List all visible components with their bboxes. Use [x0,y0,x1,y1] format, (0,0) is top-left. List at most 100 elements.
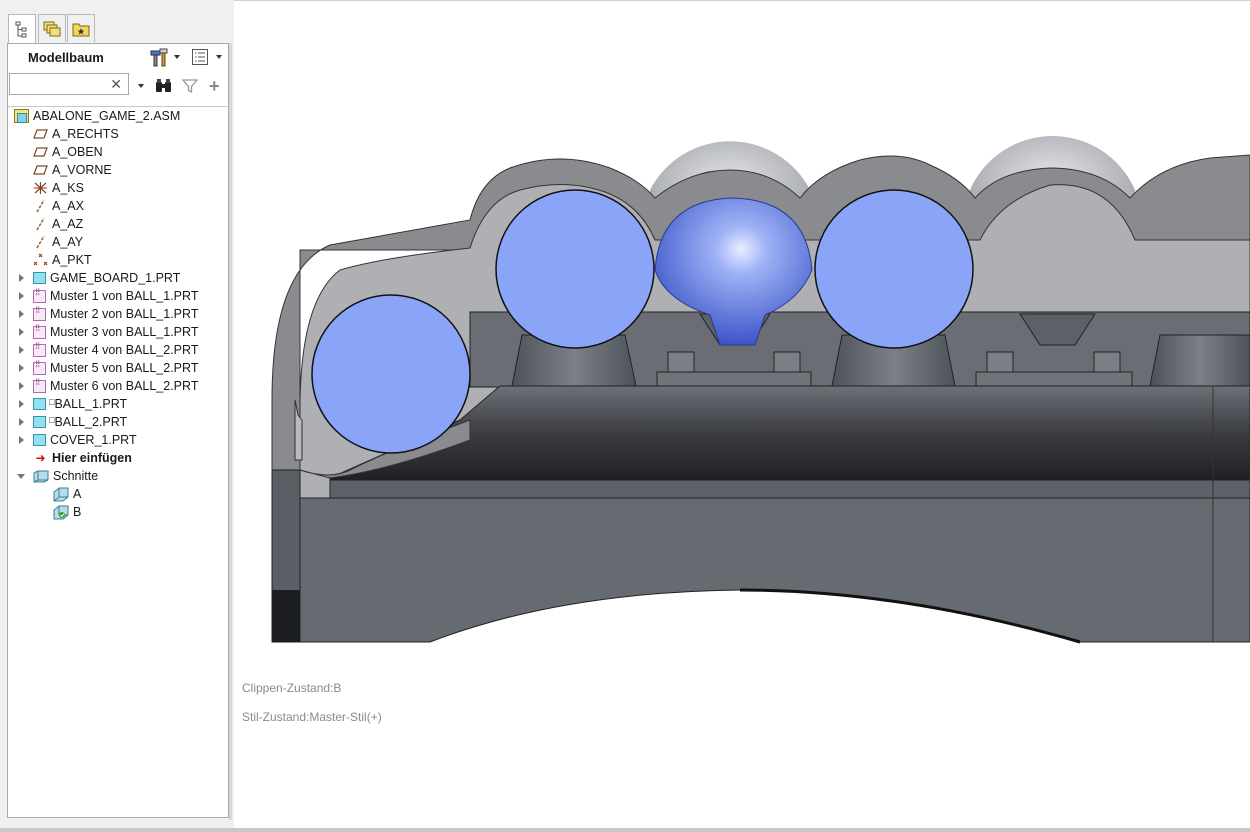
tree-item-label: ABALONE_GAME_2.ASM [33,109,181,123]
collapse-icon[interactable] [17,474,25,479]
tree-item-label: A_VORNE [52,163,112,177]
tree-settings-dropdown[interactable] [174,47,180,67]
expand-icon[interactable] [19,274,24,282]
datum-plane-icon [33,129,48,139]
expand-icon[interactable] [19,400,24,408]
tree-item-label: Schnitte [53,469,99,483]
find-button[interactable] [155,78,173,99]
pattern-icon [33,323,46,339]
show-dropdown[interactable] [216,47,222,67]
pattern-icon [33,287,46,303]
tree-item-section-a[interactable]: A [53,485,81,503]
favorites-icon [72,23,90,36]
tree-item-a-ay[interactable]: A_AY [33,233,83,251]
tree-item-ball-2[interactable]: □BALL_2.PRT [19,413,128,431]
tree-item-a-az[interactable]: A_AZ [33,215,83,233]
model-tree-panel: Modellbaum ✕ + ABALONE_GAME_2.ASM A_RECH… [0,0,234,832]
expand-icon[interactable] [19,328,24,336]
tree-item-label: A [73,487,82,501]
assembly-icon [14,109,29,123]
tree-item-a-ax[interactable]: A_AX [33,197,84,215]
model-section-view[interactable] [234,120,1250,650]
tree-item-muster-4[interactable]: Muster 4 von BALL_2.PRT [19,341,199,359]
tab-favorites[interactable] [67,14,95,42]
pattern-icon [33,377,46,393]
datum-axis-icon [36,217,45,231]
tree-item-label: B [73,505,82,519]
tree-item-game-board[interactable]: GAME_BOARD_1.PRT [19,269,181,287]
add-column-button[interactable]: + [209,77,220,95]
filter-icon [181,79,199,94]
pattern-icon [33,305,46,321]
tree-item-ball-1[interactable]: □BALL_1.PRT [19,395,128,413]
tree-item-label: COVER_1.PRT [50,433,137,447]
tree-item-label: GAME_BOARD_1.PRT [50,271,181,285]
list-icon [192,49,208,65]
expand-icon[interactable] [19,418,24,426]
tree-item-label: Hier einfügen [52,451,132,465]
tree-item-a-pkt[interactable]: A_PKT [33,251,92,269]
ball-section-2 [495,189,655,349]
active-section-icon [53,505,69,519]
search-input[interactable] [12,76,111,94]
close-icon[interactable]: ✕ [110,75,122,93]
tree-item-muster-5[interactable]: Muster 5 von BALL_2.PRT [19,359,199,377]
insert-arrow-icon: ➜ [35,451,46,465]
show-button[interactable] [191,47,209,67]
divider [234,0,1250,1]
tree-item-muster-6[interactable]: Muster 6 von BALL_2.PRT [19,377,198,395]
filter-button[interactable] [181,78,199,99]
pattern-icon [33,359,46,375]
tree-item-label: A_RECHTS [52,127,119,141]
tree-item-label: Muster 5 von BALL_2.PRT [50,361,199,375]
tree-item-label: A_PKT [52,253,92,267]
tree-settings-button[interactable] [148,47,170,67]
part-icon [33,416,46,428]
tree-item-a-ks[interactable]: A_KS [33,179,84,197]
tree-item-label: A_KS [52,181,84,195]
expand-icon[interactable] [19,346,24,354]
tree-item-label: A_AZ [52,217,84,231]
tab-layers[interactable] [38,14,66,42]
part-icon [33,434,46,446]
search-field[interactable]: ✕ [9,73,129,95]
chevron-down-icon[interactable] [138,84,144,88]
expand-icon[interactable] [19,382,24,390]
expand-icon[interactable] [19,292,24,300]
part-icon [33,398,46,410]
base-left-dark [272,590,300,642]
datum-plane-icon [33,147,48,157]
tree-root[interactable]: ABALONE_GAME_2.ASM [14,107,180,125]
hammer-icon [150,48,168,67]
tree-item-section-b[interactable]: B [53,503,81,521]
tree-item-muster-3[interactable]: Muster 3 von BALL_1.PRT [19,323,198,341]
part-icon [33,272,46,284]
tree-item-cover[interactable]: COVER_1.PRT [19,431,137,449]
panel-resize-handle[interactable] [229,43,232,820]
tree-item-label: BALL_2.PRT [54,415,128,429]
tree-item-label: Muster 2 von BALL_1.PRT [50,307,199,321]
tree-item-muster-1[interactable]: Muster 1 von BALL_1.PRT [19,287,198,305]
tree-item-a-rechts[interactable]: A_RECHTS [33,125,119,143]
sections-folder-icon [33,470,49,482]
datum-axis-icon [36,235,45,249]
ball-section-1 [311,294,471,454]
tree-item-label: A_AX [52,199,84,213]
ball-section-3 [814,189,974,349]
tree-item-insert-here[interactable]: ➜ Hier einfügen [33,449,132,467]
datum-axis-icon [36,199,45,213]
tab-model-tree[interactable] [8,14,36,44]
chevron-down-icon [216,55,222,59]
tree-item-label: Muster 4 von BALL_2.PRT [50,343,199,357]
expand-icon[interactable] [19,364,24,372]
expand-icon[interactable] [19,310,24,318]
tree-item-a-oben[interactable]: A_OBEN [33,143,103,161]
expand-icon[interactable] [19,436,24,444]
tree-item-schnitte[interactable]: Schnitte [17,467,99,485]
bottom-border [0,828,1250,832]
tree-item-a-vorne[interactable]: A_VORNE [33,161,112,179]
tree-item-muster-2[interactable]: Muster 2 von BALL_1.PRT [19,305,199,323]
tree-item-label: BALL_1.PRT [54,397,128,411]
tree-icon [15,21,27,37]
tree-item-label: A_AY [52,235,84,249]
